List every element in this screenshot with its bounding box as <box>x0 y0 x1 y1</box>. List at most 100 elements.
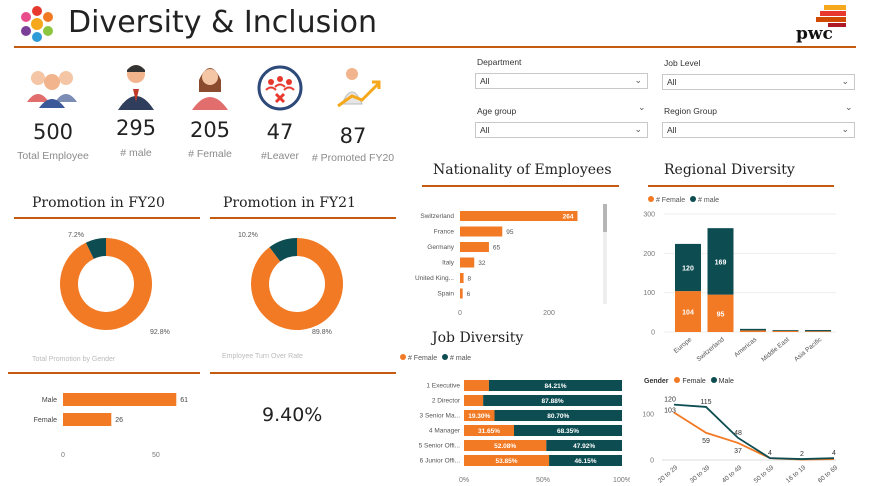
bar-male <box>805 330 831 332</box>
data-label-female: 103 <box>664 407 676 414</box>
axis-category-label: 30 to 39 <box>689 464 712 485</box>
bar-male <box>740 328 766 331</box>
bar-value-label: 84.21% <box>544 383 566 390</box>
section-divider <box>422 185 619 187</box>
bar-value-label: 65 <box>493 245 501 252</box>
bar-value-label: 6 <box>467 291 471 298</box>
data-label-male: 2 <box>800 451 804 458</box>
group-icon <box>27 71 77 108</box>
axis-tick-label: 50 <box>152 452 160 459</box>
chevron-down-icon: ⌄ <box>841 76 849 86</box>
bar <box>460 211 578 221</box>
chevron-down-icon: ⌄ <box>634 124 642 134</box>
nationality-title: Nationality of Employees <box>433 162 612 178</box>
age-group-expand-icon[interactable]: ⌄ <box>638 102 646 113</box>
axis-category-label: Europe <box>673 336 694 355</box>
axis-tick-label: 0 <box>650 458 654 465</box>
bar <box>460 226 503 237</box>
bar-male <box>772 330 799 331</box>
bar-value-label: 61 <box>180 397 188 404</box>
dropdown-value: All <box>480 125 490 135</box>
legend-male-marker <box>690 196 697 202</box>
bar <box>63 393 177 406</box>
bar-female <box>772 330 799 332</box>
bar <box>460 242 489 252</box>
axis-tick-label: 0 <box>61 452 65 459</box>
section-divider <box>210 372 396 374</box>
promotion-fy20-title: Promotion in FY20 <box>32 195 165 211</box>
donut-small-label: 10.2% <box>238 232 258 239</box>
section-divider <box>8 372 200 374</box>
axis-category-label: 20 to 29 <box>657 464 680 485</box>
region-group-expand-icon[interactable]: ⌄ <box>845 102 853 113</box>
kpi-label: # male <box>120 147 152 159</box>
bar-category-label: 6 Junior Offi... <box>420 458 461 465</box>
female-person-icon <box>192 68 228 110</box>
kpi-value: 87 <box>339 124 367 148</box>
department-dropdown[interactable]: All ⌄ <box>475 73 648 89</box>
legend-male-label: # male <box>450 355 472 362</box>
legend-female-label: Female <box>682 378 706 385</box>
donut-small-label: 7.2% <box>68 232 84 239</box>
bar-value-label: 26 <box>115 417 123 424</box>
region-group-filter-label: Region Group <box>664 106 717 116</box>
regional-chart: 0 100 200 300 104 120 Europe 95 169 Switzerland Am… <box>643 212 836 363</box>
bar-female <box>464 395 484 406</box>
bar-category-label: Germany <box>427 244 454 251</box>
bar-value-label: 95 <box>717 311 725 318</box>
male-person-icon <box>118 65 154 110</box>
promotion-by-gender-chart: Male 61 Female 26 0 50 <box>34 393 188 459</box>
axis-tick-label: 0 <box>458 310 462 317</box>
bar-category-label: Italy <box>442 260 455 267</box>
data-label-male: 4 <box>832 450 836 457</box>
bar-value-label: 80.70% <box>547 413 569 420</box>
department-filter-label: Department <box>477 57 522 67</box>
data-label-female: 37 <box>734 448 742 455</box>
kpi-female: 205 # Female <box>174 62 246 168</box>
bar-value-label: 87.88% <box>542 398 564 405</box>
bar-category-label: Male <box>42 397 57 404</box>
region-group-dropdown[interactable]: All ⌄ <box>662 122 855 138</box>
section-divider <box>14 217 200 219</box>
bar-female <box>740 330 766 332</box>
bar-value-label: 52.08% <box>494 443 516 450</box>
bar <box>460 288 463 299</box>
legend-female-marker <box>648 196 654 202</box>
axis-category-label: 50 to 59 <box>753 464 776 485</box>
job-level-dropdown[interactable]: All ⌄ <box>662 74 855 90</box>
bar-value-label: 264 <box>563 214 574 221</box>
chevron-down-icon: ⌄ <box>841 124 849 134</box>
data-label-male: 120 <box>664 397 676 404</box>
promotion-by-gender-subtitle: Total Promotion by Gender <box>32 356 116 363</box>
legend-male-marker <box>710 377 717 383</box>
axis-tick-label: 200 <box>643 251 655 258</box>
legend-female-marker <box>674 377 681 383</box>
job-diversity-chart: 1 Executive 84.21% 2 Director 87.88% 3 Senio… <box>419 380 630 484</box>
chevron-down-icon: ⌄ <box>634 75 642 85</box>
dropdown-value: All <box>480 76 490 86</box>
bar-category-label: United King... <box>415 275 454 282</box>
section-divider <box>210 217 396 219</box>
regional-diversity-title: Regional Diversity <box>664 162 795 178</box>
promotion-fy20-donut: 7.2% 92.8% <box>59 232 170 336</box>
kpi-value: 500 <box>32 120 74 144</box>
axis-tick-label: 50% <box>536 477 550 484</box>
data-label-male: 4 <box>768 450 772 457</box>
legend-male-marker <box>442 354 449 360</box>
bar-value-label: 8 <box>468 276 472 283</box>
donut-slice <box>251 238 343 330</box>
legend-female-marker <box>400 354 406 360</box>
bar-category-label: 3 Senior Ma... <box>420 413 461 420</box>
nationality-chart: Switzerland 264 France 95 Germany 65 Italy 32 Un… <box>415 204 607 317</box>
age-group-dropdown[interactable]: All ⌄ <box>475 122 648 138</box>
dropdown-value: All <box>667 125 677 135</box>
bar-category-label: 4 Manager <box>429 428 461 435</box>
data-label-male: 115 <box>700 399 711 406</box>
bar-value-label: 53.85% <box>496 458 518 465</box>
series-line-female <box>673 411 835 461</box>
job-diversity-legend: # Female # male <box>400 354 471 362</box>
bar-value-label: 31.65% <box>478 428 500 435</box>
promotion-fy21-donut: 10.2% 89.8% <box>238 232 343 336</box>
kpi-value: 205 <box>189 118 231 142</box>
regional-legend: # Female # male <box>648 196 719 204</box>
